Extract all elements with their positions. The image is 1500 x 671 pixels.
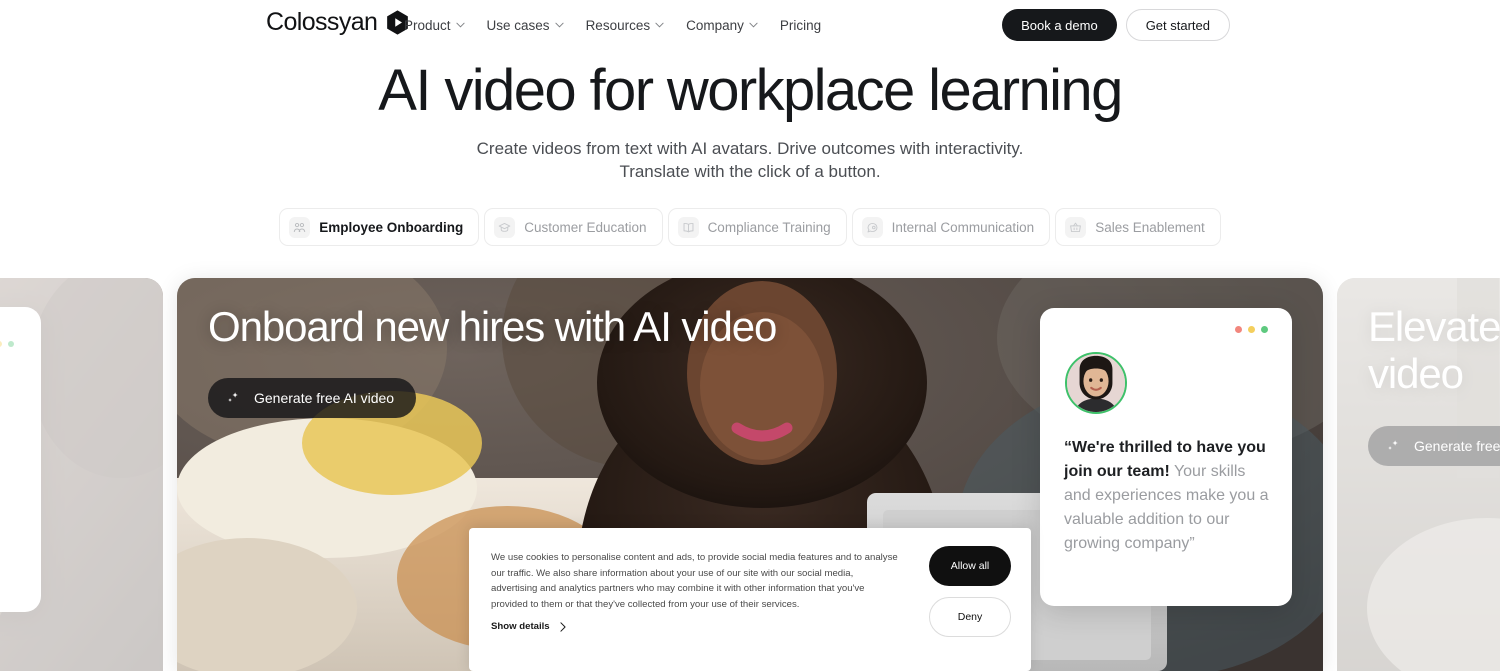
chevron-down-icon: [655, 22, 664, 28]
chevron-down-icon: [749, 22, 758, 28]
chevron-down-icon: [554, 22, 564, 28]
dot-green: [1261, 326, 1268, 333]
dot-yellow: [1248, 326, 1255, 333]
show-details-link[interactable]: Show details: [491, 621, 567, 632]
tab-label: Compliance Training: [707, 219, 831, 235]
avatar: [1065, 352, 1127, 414]
testimonial-card: “We're thrilled to have you join our tea…: [1040, 308, 1292, 606]
allow-all-button[interactable]: Allow all: [929, 546, 1011, 586]
use-case-tabs: Employee Onboarding Customer Education C…: [0, 208, 1500, 246]
dot-yellow: [0, 341, 2, 347]
generate-free-ai-video-button[interactable]: Generate free AI video: [208, 378, 417, 418]
nav-item-label: Use cases: [486, 17, 550, 33]
right-headline-line1: Elevate: [1368, 303, 1500, 350]
nav-item-label: Product: [404, 17, 451, 33]
cookie-button-group: Allow all Deny: [929, 546, 1011, 637]
page-root: Colossyan Product Use cases Resources Co…: [0, 0, 1500, 671]
chevron-right-icon: [559, 621, 567, 632]
page-subtitle: Create videos from text with AI avatars.…: [0, 138, 1500, 184]
nav-links: Product Use cases Resources Company Pric…: [404, 0, 833, 50]
logo-text: Colossyan: [266, 8, 378, 36]
nav-item-label: Pricing: [779, 17, 822, 33]
cookie-consent-banner: We use cookies to personalise content an…: [469, 528, 1031, 671]
chevron-down-icon: [455, 22, 465, 28]
card-headline: Onboard new hires with AI video: [208, 303, 777, 350]
page-title: AI video for workplace learning: [378, 58, 1123, 123]
tab-label: Internal Communication: [891, 219, 1035, 235]
dot-red: [1235, 326, 1242, 333]
subtitle-line-1: Create videos from text with AI avatars.…: [476, 139, 1024, 158]
nav-item-company[interactable]: Company: [686, 12, 770, 39]
nav-item-product[interactable]: Product: [404, 12, 477, 39]
generate-button-label: Generate free AI video: [254, 390, 395, 406]
cookie-banner-text: We use cookies to personalise content an…: [491, 552, 898, 610]
nav-cta-group: Book a demo Get started: [1002, 9, 1230, 41]
tab-internal-communication[interactable]: Internal Communication: [851, 208, 1051, 246]
window-traffic-lights: [0, 341, 14, 347]
nav-item-pricing[interactable]: Pricing: [780, 12, 833, 39]
deny-button[interactable]: Deny: [929, 597, 1011, 637]
carousel-card-next[interactable]: Elevate video Generate free: [1337, 278, 1500, 671]
get-started-button[interactable]: Get started: [1125, 9, 1230, 41]
graduation-cap-icon: [494, 216, 516, 238]
card-headline: Elevate video: [1368, 303, 1500, 397]
logo[interactable]: Colossyan: [266, 9, 411, 36]
tab-label: Customer Education: [524, 219, 647, 235]
tab-employee-onboarding[interactable]: Employee Onboarding: [279, 208, 480, 246]
carousel-card-previous[interactable]: w training latest ures. This will se mor…: [0, 278, 163, 671]
right-headline-line2: video: [1368, 350, 1464, 398]
book-a-demo-button[interactable]: Book a demo: [1002, 9, 1117, 41]
tab-sales-enablement[interactable]: Sales Enablement: [1055, 208, 1221, 246]
sparkle-icon: [1386, 439, 1400, 453]
nav-item-resources[interactable]: Resources: [586, 12, 677, 39]
nav-item-use-cases[interactable]: Use cases: [487, 12, 576, 39]
people-group-icon: [289, 216, 311, 238]
open-book-icon: [677, 216, 699, 238]
tab-compliance-training[interactable]: Compliance Training: [667, 208, 847, 246]
dot-green: [8, 341, 14, 347]
nav-item-label: Resources: [585, 17, 651, 33]
show-details-label: Show details: [491, 621, 550, 632]
window-traffic-lights: [1235, 326, 1268, 333]
left-card-text: w training latest ures. This will se mor…: [0, 469, 41, 590]
tab-label: Employee Onboarding: [319, 219, 464, 235]
chat-bubble-icon: [861, 216, 883, 238]
testimonial-quote: “We're thrilled to have you join our tea…: [1064, 436, 1274, 556]
sparkle-icon: [226, 391, 240, 405]
top-navigation-bar: Colossyan Product Use cases Resources Co…: [0, 0, 1500, 50]
generate-free-ai-video-button-next[interactable]: Generate free: [1368, 426, 1500, 466]
left-card-mock-window: w training latest ures. This will se mor…: [0, 307, 41, 612]
generate-button-label: Generate free: [1414, 438, 1500, 454]
tab-customer-education[interactable]: Customer Education: [484, 208, 663, 246]
nav-item-label: Company: [686, 17, 744, 33]
basket-icon: [1065, 216, 1087, 238]
tab-label: Sales Enablement: [1095, 219, 1205, 235]
subtitle-line-2: Translate with the click of a button.: [619, 161, 881, 181]
